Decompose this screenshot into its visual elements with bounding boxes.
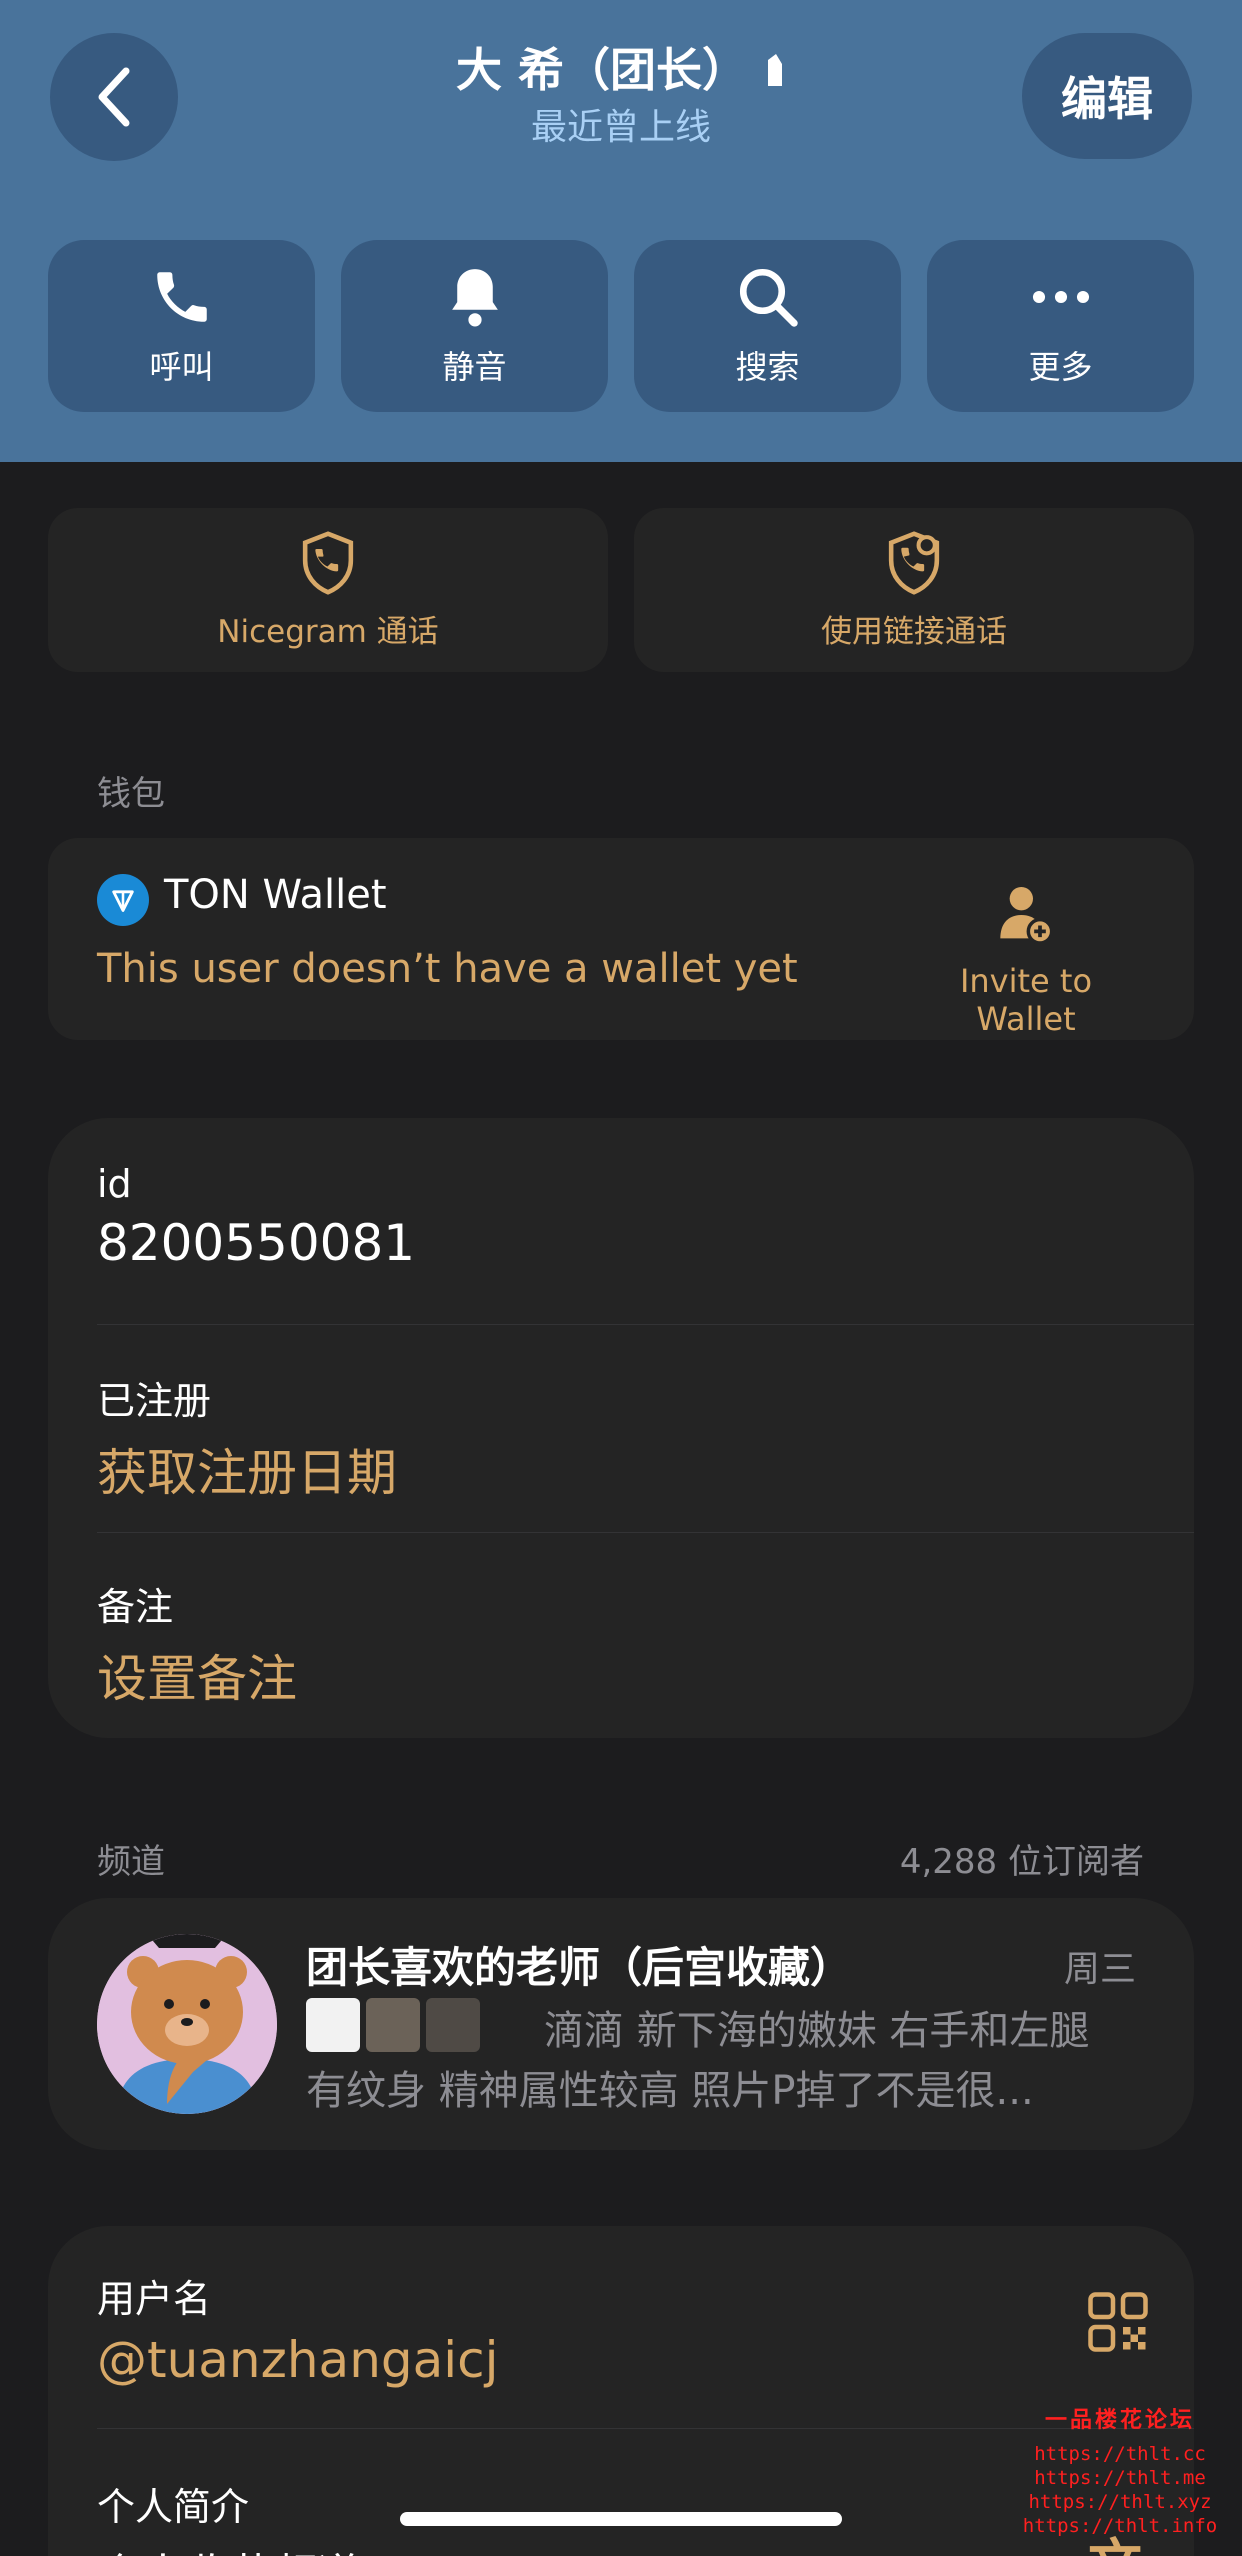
divider [97, 1324, 1194, 1325]
watermark-url: https://thlt.me [1034, 2467, 1206, 2489]
mute-button[interactable]: 静音 [341, 240, 608, 412]
search-label: 搜索 [735, 348, 800, 386]
back-button[interactable] [50, 33, 178, 161]
link-call-button[interactable]: 使用链接通话 [634, 508, 1194, 672]
get-registration-date-link[interactable]: 获取注册日期 [97, 1433, 1147, 1505]
invite-to-wallet-button[interactable]: Invite to Wallet [906, 882, 1146, 1038]
subscriber-count: 4,288 位订阅者 [899, 1842, 1144, 1882]
info-card: id 8200550081 已注册 获取注册日期 备注 设置备注 [48, 1118, 1194, 1738]
username-label: 用户名 [97, 2277, 212, 2321]
wallet-section-label: 钱包 [97, 774, 165, 814]
search-icon [739, 268, 798, 327]
registered-label: 已注册 [97, 1379, 212, 1423]
channel-last-post-day: 周三 [1063, 1949, 1136, 1990]
call-options: Nicegram 通话 使用链接通话 [48, 508, 1194, 672]
watermark-url: https://thlt.info [1022, 2515, 1218, 2537]
id-row[interactable]: id 8200550081 [97, 1162, 1147, 1272]
divider [97, 1532, 1194, 1533]
add-user-icon [1000, 887, 1054, 945]
profile-header: 大 希（团长） 最近曾上线 编辑 呼叫 静音 搜索 更多 [0, 0, 1242, 462]
note-label: 备注 [97, 1585, 174, 1629]
mute-label: 静音 [442, 348, 507, 386]
online-status: 最近曾上线 [530, 107, 711, 148]
wallet-message: This user doesn’t have a wallet yet [97, 946, 798, 992]
channel-card[interactable]: 团长喜欢的老师（后宫收藏） 周三 滴滴 新下海的嫩妹 右手和左腿 有纹身 精神属… [48, 1898, 1194, 2150]
more-button[interactable]: 更多 [927, 240, 1194, 412]
watermark-title: 一品楼花论坛 [1044, 2408, 1195, 2433]
wallet-card[interactable]: TON Wallet This user doesn’t have a wall… [48, 838, 1194, 1040]
profile-name: 大 希（团长） [456, 40, 786, 100]
preview-thumbnail [426, 1998, 480, 2052]
search-button[interactable]: 搜索 [634, 240, 901, 412]
shield-phone-icon [302, 530, 354, 595]
wallet-name: TON Wallet [164, 872, 387, 918]
home-indicator[interactable] [400, 2512, 842, 2526]
bio-value[interactable]: 个人收藏频道：https://t.me/ [97, 2539, 1147, 2556]
id-value: 8200550081 [97, 1214, 416, 1272]
more-label: 更多 [1028, 348, 1093, 386]
preview-thumbnail [366, 1998, 420, 2052]
more-icon [1032, 290, 1089, 304]
watermark-url: https://thlt.xyz [1028, 2491, 1212, 2513]
channel-avatar [97, 1934, 277, 2114]
profile-name-text: 大 希（团长） [455, 43, 748, 97]
channel-preview-text: 滴滴 新下海的嫩妹 右手和左腿 [544, 2008, 1090, 2054]
nicegram-call-label: Nicegram 通话 [217, 613, 439, 650]
watermark-url: https://thlt.cc [1034, 2443, 1206, 2465]
username-value[interactable]: @tuanzhangaicj [97, 2331, 1147, 2389]
channel-title: 团长喜欢的老师（后宫收藏） [306, 1943, 853, 1992]
qr-code-button[interactable] [1088, 2292, 1148, 2356]
profile-title-block: 大 希（团长） 最近曾上线 [300, 40, 942, 152]
watermark: 一品楼花论坛 https://thlt.cc https://thlt.me h… [1020, 2402, 1220, 2538]
edit-button[interactable]: 编辑 [1022, 33, 1192, 159]
bell-icon [451, 269, 498, 327]
invite-to-wallet-label: Invite to Wallet [959, 962, 1093, 1038]
registered-row[interactable]: 已注册 获取注册日期 [97, 1370, 1147, 1505]
ton-icon [97, 874, 149, 926]
link-call-label: 使用链接通话 [821, 613, 1007, 650]
call-label: 呼叫 [149, 348, 214, 386]
nicegram-call-button[interactable]: Nicegram 通话 [48, 508, 608, 672]
chevron-left-icon [98, 67, 130, 127]
username-row[interactable]: 用户名 @tuanzhangaicj [97, 2268, 1147, 2389]
shield-link-phone-icon [888, 530, 940, 595]
qr-code-icon [1088, 2292, 1148, 2352]
set-note-link[interactable]: 设置备注 [97, 1639, 1147, 1711]
action-bar: 呼叫 静音 搜索 更多 [48, 240, 1194, 412]
note-row[interactable]: 备注 设置备注 [97, 1576, 1147, 1711]
channel-section-label: 频道 [97, 1842, 165, 1882]
id-label: id [97, 1162, 132, 1206]
preview-thumbnail [306, 1998, 360, 2052]
pencil-tag-icon [768, 54, 782, 86]
channel-preview-thumbnails [306, 1998, 480, 2052]
call-button[interactable]: 呼叫 [48, 240, 315, 412]
channel-preview-text-continued: 有纹身 精神属性较高 照片P掉了不是很... [306, 2068, 1034, 2114]
phone-icon [156, 272, 207, 322]
